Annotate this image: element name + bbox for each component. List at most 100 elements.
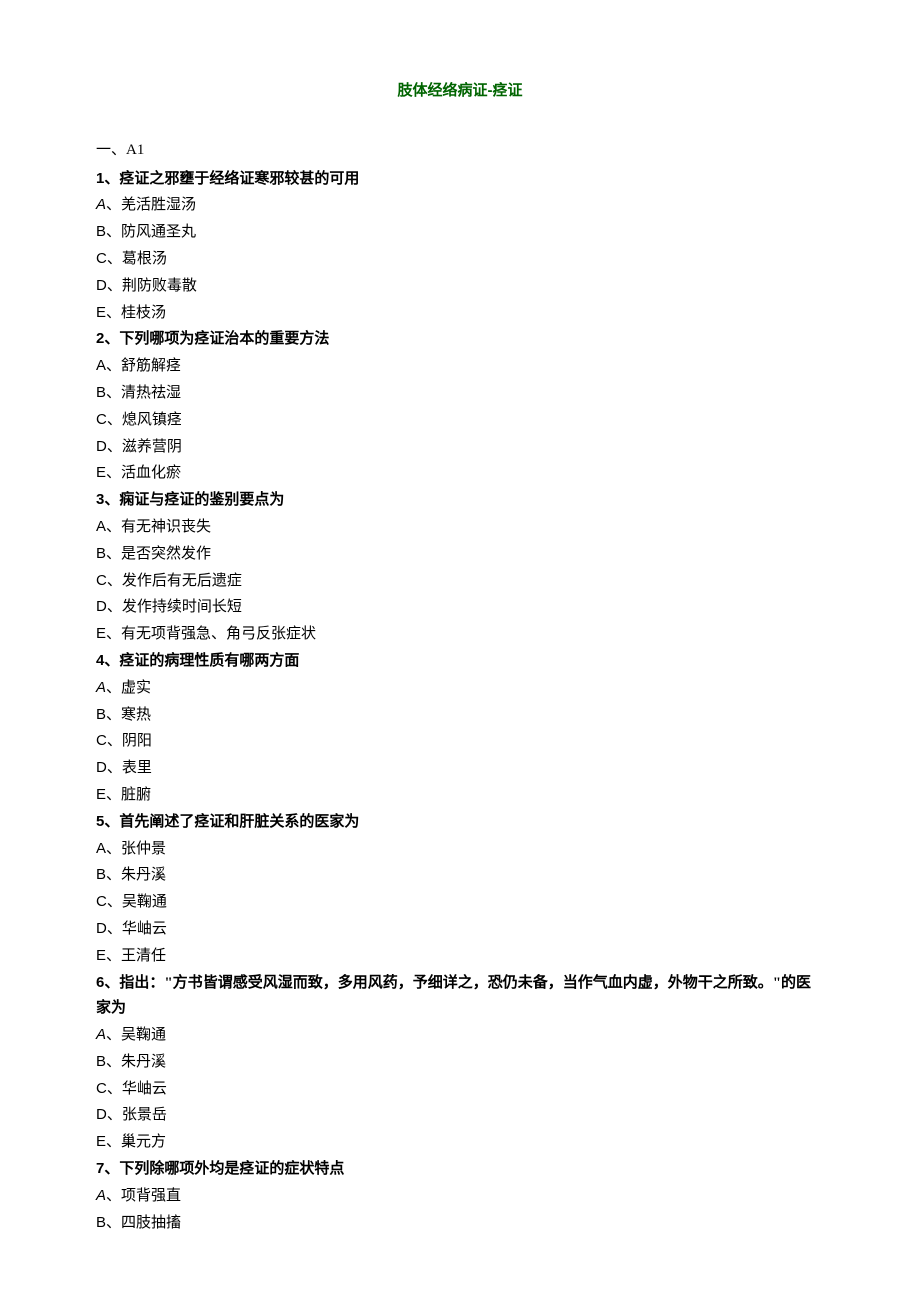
option-marker: D: [96, 759, 107, 776]
question-separator: 、: [104, 653, 119, 669]
option-marker: D: [96, 598, 107, 615]
option-row: E、王清任: [96, 943, 824, 970]
option-row: C、阴阳: [96, 728, 824, 755]
option-row: B、清热祛湿: [96, 380, 824, 407]
option-separator: 、: [107, 412, 122, 428]
option-text: 桂枝汤: [121, 305, 166, 321]
option-separator: 、: [107, 573, 122, 589]
option-row: C、吴鞠通: [96, 889, 824, 916]
option-marker: B: [96, 1053, 106, 1070]
question-separator: 、: [104, 814, 119, 830]
option-text: 有无项背强急、角弓反张症状: [121, 626, 316, 642]
question-block: 6、指出："方书皆谓感受风湿而致，多用风药，予细详之，恐仍未备，当作气血内虚，外…: [96, 970, 824, 1157]
question-text: 痫证与痉证的鉴别要点为: [119, 492, 284, 508]
option-marker: E: [96, 947, 106, 964]
question-stem: 4、痉证的病理性质有哪两方面: [96, 648, 824, 675]
option-separator: 、: [106, 841, 121, 857]
option-separator: 、: [106, 519, 121, 535]
option-row: B、朱丹溪: [96, 1049, 824, 1076]
option-row: A、吴鞠通: [96, 1022, 824, 1049]
option-marker: A: [96, 196, 106, 213]
option-text: 葛根汤: [122, 251, 167, 267]
option-row: A、舒筋解痉: [96, 353, 824, 380]
option-row: A、项背强直: [96, 1183, 824, 1210]
option-separator: 、: [107, 251, 122, 267]
option-row: D、张景岳: [96, 1102, 824, 1129]
option-text: 发作后有无后遗症: [122, 573, 242, 589]
option-text: 清热祛湿: [121, 385, 181, 401]
option-text: 有无神识丧失: [121, 519, 211, 535]
option-separator: 、: [106, 787, 121, 803]
option-row: E、脏腑: [96, 782, 824, 809]
option-separator: 、: [106, 626, 121, 642]
option-text: 防风通圣丸: [121, 224, 196, 240]
questions-container: 1、痉证之邪壅于经络证寒邪较甚的可用A、羌活胜湿汤B、防风通圣丸C、葛根汤D、荆…: [96, 166, 824, 1237]
question-block: 3、痫证与痉证的鉴别要点为A、有无神识丧失B、是否突然发作C、发作后有无后遗症D…: [96, 487, 824, 648]
option-marker: B: [96, 384, 106, 401]
option-marker: E: [96, 625, 106, 642]
question-stem: 1、痉证之邪壅于经络证寒邪较甚的可用: [96, 166, 824, 193]
option-marker: A: [96, 518, 106, 535]
question-separator: 、: [104, 1161, 119, 1177]
question-text: 痉证之邪壅于经络证寒邪较甚的可用: [119, 171, 359, 187]
option-text: 熄风镇痉: [122, 412, 182, 428]
option-row: E、活血化瘀: [96, 460, 824, 487]
option-marker: B: [96, 1214, 106, 1231]
question-text: 下列哪项为痉证治本的重要方法: [119, 331, 329, 347]
option-text: 发作持续时间长短: [122, 599, 242, 615]
option-row: B、朱丹溪: [96, 862, 824, 889]
option-marker: D: [96, 277, 107, 294]
option-row: A、羌活胜湿汤: [96, 192, 824, 219]
option-text: 活血化瘀: [121, 465, 181, 481]
option-separator: 、: [107, 921, 122, 937]
question-block: 2、下列哪项为痉证治本的重要方法A、舒筋解痉B、清热祛湿C、熄风镇痉D、滋养营阴…: [96, 326, 824, 487]
option-row: E、有无项背强急、角弓反张症状: [96, 621, 824, 648]
question-text: 痉证的病理性质有哪两方面: [119, 653, 299, 669]
option-separator: 、: [106, 305, 121, 321]
option-marker: A: [96, 357, 106, 374]
question-stem: 2、下列哪项为痉证治本的重要方法: [96, 326, 824, 353]
option-row: A、张仲景: [96, 836, 824, 863]
option-row: B、防风通圣丸: [96, 219, 824, 246]
option-row: A、有无神识丧失: [96, 514, 824, 541]
option-marker: A: [96, 679, 106, 696]
option-text: 吴鞠通: [122, 894, 167, 910]
option-row: D、华岫云: [96, 916, 824, 943]
option-marker: D: [96, 438, 107, 455]
option-row: A、虚实: [96, 675, 824, 702]
option-text: 阴阳: [122, 733, 152, 749]
option-separator: 、: [106, 385, 121, 401]
option-separator: 、: [106, 465, 121, 481]
question-block: 1、痉证之邪壅于经络证寒邪较甚的可用A、羌活胜湿汤B、防风通圣丸C、葛根汤D、荆…: [96, 166, 824, 327]
question-block: 4、痉证的病理性质有哪两方面A、虚实B、寒热C、阴阳D、表里E、脏腑: [96, 648, 824, 809]
document-page: 肢体经络病证-痉证 一、A1 1、痉证之邪壅于经络证寒邪较甚的可用A、羌活胜湿汤…: [0, 0, 920, 1301]
option-marker: B: [96, 706, 106, 723]
question-stem: 6、指出："方书皆谓感受风湿而致，多用风药，予细详之，恐仍未备，当作气血内虚，外…: [96, 970, 824, 1023]
option-text: 华岫云: [122, 921, 167, 937]
option-separator: 、: [106, 948, 121, 964]
option-text: 四肢抽搐: [121, 1215, 181, 1231]
option-text: 羌活胜湿汤: [121, 197, 196, 213]
option-marker: A: [96, 840, 106, 857]
option-marker: C: [96, 1080, 107, 1097]
option-marker: E: [96, 464, 106, 481]
option-text: 表里: [122, 760, 152, 776]
option-row: C、华岫云: [96, 1076, 824, 1103]
option-separator: 、: [107, 894, 122, 910]
option-marker: C: [96, 411, 107, 428]
option-text: 虚实: [121, 680, 151, 696]
question-stem: 3、痫证与痉证的鉴别要点为: [96, 487, 824, 514]
option-text: 张仲景: [121, 841, 166, 857]
option-text: 舒筋解痉: [121, 358, 181, 374]
option-separator: 、: [107, 1081, 122, 1097]
option-separator: 、: [106, 1134, 121, 1150]
option-separator: 、: [107, 1107, 122, 1123]
option-row: E、桂枝汤: [96, 300, 824, 327]
option-text: 脏腑: [121, 787, 151, 803]
option-row: C、熄风镇痉: [96, 407, 824, 434]
option-text: 荆防败毒散: [122, 278, 197, 294]
option-marker: A: [96, 1026, 106, 1043]
option-text: 吴鞠通: [121, 1027, 166, 1043]
option-text: 巢元方: [121, 1134, 166, 1150]
option-separator: 、: [107, 439, 122, 455]
